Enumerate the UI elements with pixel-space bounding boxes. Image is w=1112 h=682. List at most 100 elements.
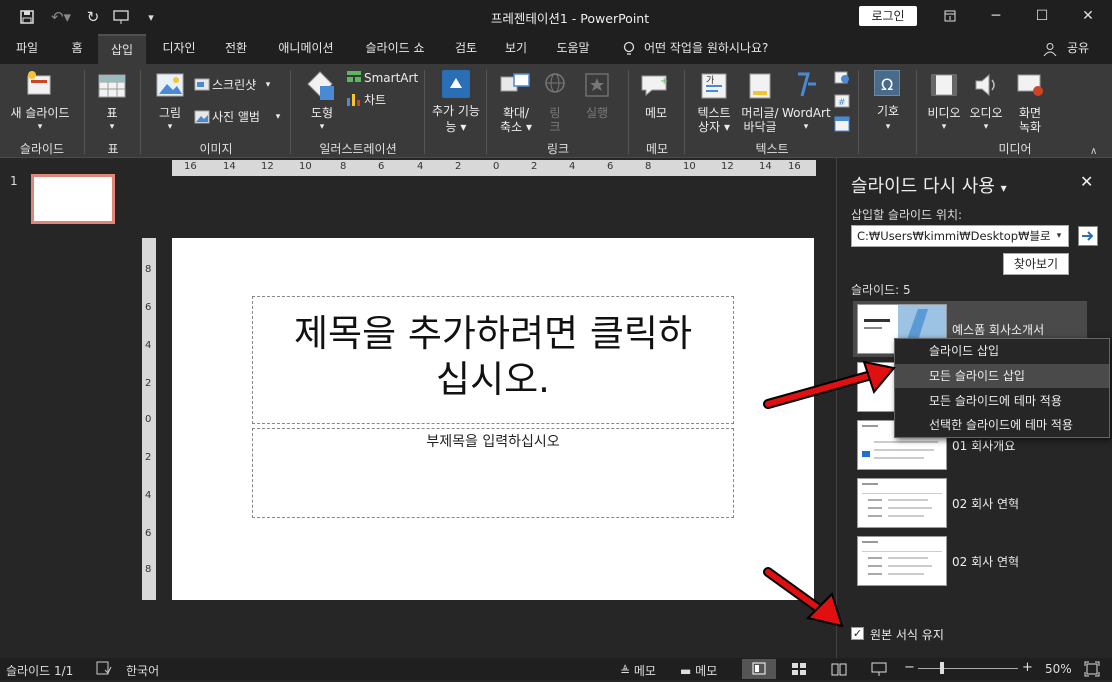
tab-review[interactable]: 검토 xyxy=(442,34,490,64)
pane-options-icon[interactable]: ▾ xyxy=(1001,181,1007,195)
title-placeholder[interactable]: 제목을 추가하려면 클릭하 십시오. xyxy=(252,296,734,424)
undo-icon[interactable]: ↶▾ xyxy=(46,6,76,28)
reuse-slide-label[interactable]: 02 회사 연혁 xyxy=(952,553,1019,570)
photo-album-icon[interactable] xyxy=(194,110,210,124)
share-button[interactable]: 공유 xyxy=(1060,34,1096,64)
language-indicator[interactable]: 한국어 xyxy=(126,662,159,679)
reuse-slide-label[interactable]: 예스폼 회사소개서 xyxy=(952,321,1044,338)
zoom-dropdown-icon[interactable]: 축소 ▾ xyxy=(494,120,538,134)
screenshot-icon[interactable] xyxy=(194,78,210,92)
normal-view-button[interactable] xyxy=(742,659,776,679)
menu-apply-theme-all[interactable]: 모든 슬라이드에 테마 적용 xyxy=(895,389,1109,413)
keep-format-checkbox[interactable]: ✓ xyxy=(851,627,864,640)
video-dropdown-icon[interactable]: ▾ xyxy=(922,120,966,134)
tab-file[interactable]: 파일 xyxy=(0,34,54,64)
login-button[interactable]: 로그인 xyxy=(859,6,917,26)
chart-icon[interactable] xyxy=(346,92,362,106)
addins-dropdown-icon[interactable]: 능 ▾ xyxy=(432,120,480,134)
shapes-icon[interactable] xyxy=(304,70,338,102)
screen-recording-button[interactable]: 화면 xyxy=(1006,106,1054,120)
new-slide-button[interactable]: 새 슬라이드 xyxy=(0,106,80,120)
tab-insert[interactable]: 삽입 xyxy=(98,34,146,64)
shapes-dropdown-icon[interactable]: ▾ xyxy=(302,120,342,134)
smartart-icon[interactable] xyxy=(346,70,362,84)
reuse-slide-label[interactable]: 02 회사 연혁 xyxy=(952,495,1019,512)
zoom-in-icon[interactable]: + xyxy=(1022,660,1033,675)
notes-button[interactable]: ≜ 메모 xyxy=(620,662,656,679)
close-window-icon[interactable]: ✕ xyxy=(1068,4,1108,28)
audio-dropdown-icon[interactable]: ▾ xyxy=(964,120,1008,134)
screenshot-dropdown-icon[interactable]: ▾ xyxy=(262,78,274,92)
photo-album-dropdown-icon[interactable]: ▾ xyxy=(272,110,284,124)
screen-recording-label-2[interactable]: 녹화 xyxy=(1006,120,1054,134)
comment-icon[interactable]: + xyxy=(640,72,670,98)
zoom-slider[interactable] xyxy=(918,668,1018,669)
path-dropdown-icon[interactable]: ▾ xyxy=(1050,226,1068,246)
reuse-slide-label[interactable]: 01 회사개요 xyxy=(952,437,1015,454)
table-button[interactable]: 표 xyxy=(90,106,134,120)
table-icon[interactable] xyxy=(98,74,126,98)
chart-button[interactable]: 차트 xyxy=(364,93,404,107)
wordart-dropdown-icon[interactable]: ▾ xyxy=(782,120,830,134)
wordart-button[interactable]: WordArt xyxy=(782,106,831,120)
photo-album-button[interactable]: 사진 앨범 xyxy=(212,110,274,124)
textbox-dropdown-icon[interactable]: 상자 ▾ xyxy=(692,120,736,134)
date-time-icon[interactable] xyxy=(834,70,850,84)
tab-help[interactable]: 도움말 xyxy=(542,34,604,64)
comment-button[interactable]: 메모 xyxy=(636,106,676,120)
slide-thumbnail[interactable] xyxy=(31,174,115,224)
video-icon[interactable] xyxy=(930,72,958,98)
start-slideshow-icon[interactable] xyxy=(110,6,132,28)
symbol-dropdown-icon[interactable]: ▾ xyxy=(866,120,910,134)
audio-icon[interactable] xyxy=(972,72,1000,98)
ribbon-display-icon[interactable] xyxy=(930,4,970,28)
menu-insert-slide[interactable]: 슬라이드 삽입 xyxy=(895,339,1109,363)
tab-animations[interactable]: 애니메이션 xyxy=(264,34,348,64)
reuse-slide-thumbnail[interactable] xyxy=(857,536,947,586)
minimize-icon[interactable]: ─ xyxy=(976,4,1016,28)
object-icon[interactable] xyxy=(834,116,850,132)
textbox-button[interactable]: 텍스트 xyxy=(692,106,736,120)
reading-view-icon[interactable] xyxy=(830,661,848,677)
screen-recording-icon[interactable] xyxy=(1016,72,1044,98)
smartart-button[interactable]: SmartArt xyxy=(364,71,424,85)
tab-slideshow[interactable]: 슬라이드 쇼 xyxy=(352,34,438,64)
path-input[interactable]: C:₩Users₩kimmi₩Desktop₩블로그 xyxy=(851,225,1069,247)
video-button[interactable]: 비디오 xyxy=(922,106,966,120)
maximize-icon[interactable]: ☐ xyxy=(1022,4,1062,28)
symbol-icon[interactable]: Ω xyxy=(874,70,900,96)
zoom-icon[interactable] xyxy=(500,72,530,98)
picture-dropdown-icon[interactable]: ▾ xyxy=(150,120,190,134)
new-slide-icon[interactable] xyxy=(24,70,54,98)
slide-sorter-icon[interactable] xyxy=(790,661,808,677)
zoom-level[interactable]: 50% xyxy=(1045,662,1072,676)
symbol-button[interactable]: 기호 xyxy=(866,104,910,118)
menu-apply-theme-selected[interactable]: 선택한 슬라이드에 테마 적용 xyxy=(895,413,1109,437)
audio-button[interactable]: 오디오 xyxy=(964,106,1008,120)
reuse-pane-title[interactable]: 슬라이드 다시 사용 ▾ xyxy=(851,172,1007,198)
browse-button[interactable]: 찾아보기 xyxy=(1003,253,1069,275)
menu-insert-all-slides[interactable]: 모든 슬라이드 삽입 xyxy=(895,364,1109,388)
zoom-out-icon[interactable]: − xyxy=(904,660,915,675)
textbox-icon[interactable]: 가 xyxy=(700,72,728,100)
tab-design[interactable]: 디자인 xyxy=(150,34,208,64)
zoom-slider-handle[interactable] xyxy=(940,662,944,674)
header-footer-icon[interactable] xyxy=(748,72,772,100)
tell-me-search[interactable]: 어떤 작업을 원하시나요? xyxy=(644,34,794,64)
slideshow-view-icon[interactable] xyxy=(870,661,888,677)
fit-to-window-icon[interactable] xyxy=(1084,661,1100,677)
zoom-button[interactable]: 확대/ xyxy=(494,106,538,120)
comments-button[interactable]: ▬ 메모 xyxy=(680,662,717,679)
picture-icon[interactable] xyxy=(156,72,184,100)
addins-icon[interactable] xyxy=(442,70,470,98)
spellcheck-icon[interactable] xyxy=(96,661,112,675)
header-footer-label-2[interactable]: 바닥글 xyxy=(736,120,784,134)
slide-number-icon[interactable]: # xyxy=(834,94,850,108)
picture-button[interactable]: 그림 xyxy=(150,106,190,120)
tab-home[interactable]: 홈 xyxy=(56,34,98,64)
tab-transitions[interactable]: 전환 xyxy=(212,34,260,64)
redo-icon[interactable]: ↻ xyxy=(82,6,104,28)
customize-toolbar-icon[interactable]: ▾ xyxy=(140,6,162,28)
tab-view[interactable]: 보기 xyxy=(494,34,538,64)
go-arrow-icon[interactable] xyxy=(1078,226,1098,246)
